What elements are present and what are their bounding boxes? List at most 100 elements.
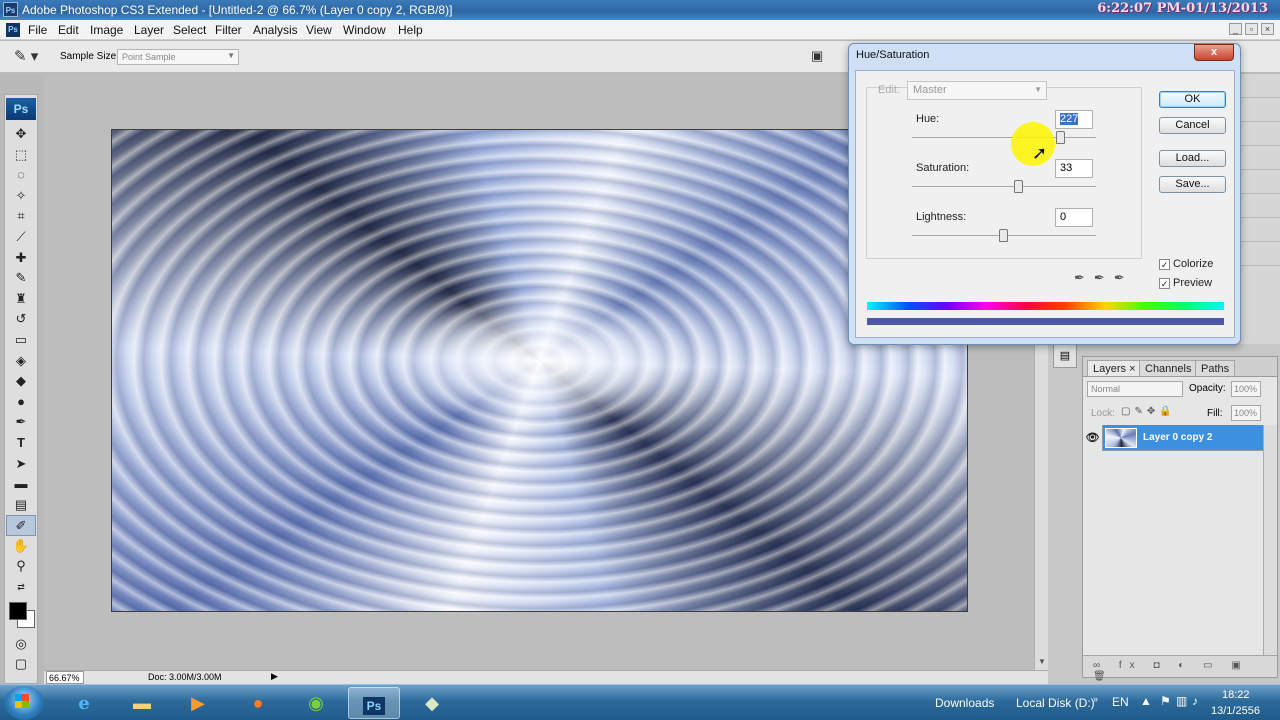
language-indicator[interactable]: EN <box>1112 695 1129 709</box>
menu-filter[interactable]: Filter <box>215 23 242 37</box>
hue-field[interactable]: 227 <box>1055 110 1093 129</box>
status-menu-arrow-icon[interactable]: ▶ <box>271 671 278 682</box>
minimize-icon[interactable]: _ <box>1229 23 1242 35</box>
eyedropper-icon[interactable]: ✒ <box>1074 270 1094 285</box>
menu-help[interactable]: Help <box>398 23 423 37</box>
saturation-slider-thumb[interactable] <box>1013 180 1023 193</box>
type-icon[interactable]: T <box>6 433 36 454</box>
eyedropper-plus-icon[interactable]: ✒ <box>1094 270 1114 285</box>
paint-bucket-icon[interactable]: ◈ <box>6 351 36 372</box>
canvas-image[interactable] <box>111 129 968 612</box>
marquee-icon[interactable]: ⬚ <box>6 145 36 166</box>
saturation-field[interactable]: 33 <box>1055 159 1093 178</box>
clone-stamp-icon[interactable]: ♜ <box>6 289 36 310</box>
foreground-color-swatch[interactable] <box>9 601 27 620</box>
lock-options-icons[interactable]: ▢✎✥🔒 <box>1121 406 1176 417</box>
network-icon[interactable]: ▥ <box>1176 694 1187 708</box>
taskbar-clock-date[interactable]: 13/1/2556 <box>1211 705 1260 717</box>
photoshop-logo[interactable]: Ps <box>6 98 36 120</box>
colorize-checkbox[interactable]: ✓ Colorize <box>1159 258 1213 270</box>
dialog-close-button[interactable]: x <box>1194 44 1234 61</box>
history-brush-icon[interactable]: ↺ <box>6 309 36 330</box>
tab-paths[interactable]: Paths <box>1195 360 1236 376</box>
save-button[interactable]: Save... <box>1159 176 1226 193</box>
zoom-field[interactable]: 66.67% <box>46 671 84 684</box>
menu-file[interactable]: File <box>28 23 47 37</box>
hue-slider-thumb[interactable] <box>1056 131 1066 144</box>
healing-brush-icon[interactable]: ✚ <box>6 248 36 269</box>
lightness-slider-thumb[interactable] <box>999 229 1008 242</box>
quick-mask-icon[interactable]: ◎ <box>6 634 36 655</box>
brush-icon[interactable]: ✎ <box>6 268 36 289</box>
show-hidden-icons-icon[interactable]: ▲ <box>1140 694 1152 708</box>
document-icon[interactable]: Ps <box>6 23 20 37</box>
blend-mode-select[interactable]: Normal <box>1087 381 1183 397</box>
rectangle-icon[interactable]: ▬ <box>6 474 36 495</box>
game-icon[interactable]: ◆ <box>406 687 458 719</box>
eye-icon[interactable]: 👁 <box>1083 425 1103 451</box>
colorize-check-icon[interactable]: ✓ <box>1159 259 1170 270</box>
layers-scrollbar[interactable] <box>1263 425 1277 655</box>
swap-colors-icon[interactable]: ⇄ <box>6 577 36 598</box>
blur-icon[interactable]: ◆ <box>6 371 36 392</box>
volume-icon[interactable]: ♪ <box>1192 694 1198 708</box>
lightness-field[interactable]: 0 <box>1055 208 1093 227</box>
lasso-icon[interactable]: ◌ <box>6 165 36 186</box>
preview-checkbox[interactable]: ✓ Preview <box>1159 277 1212 289</box>
panel-dock-icon[interactable]: ▤ <box>1053 344 1077 368</box>
restore-icon[interactable]: ▫ <box>1245 23 1258 35</box>
action-center-icon[interactable]: ⚑ <box>1160 694 1171 708</box>
toolbar-chevron-icon[interactable]: » <box>1093 694 1098 704</box>
zoom-icon[interactable]: ⚲ <box>6 556 36 577</box>
menu-analysis[interactable]: Analysis <box>253 23 298 37</box>
eraser-icon[interactable]: ▭ <box>6 330 36 351</box>
close-icon[interactable]: × <box>1261 23 1274 35</box>
move-icon[interactable]: ✥ <box>6 124 36 145</box>
bridge-icon[interactable]: ▣ <box>811 48 833 66</box>
chrome-icon[interactable]: ◉ <box>290 687 342 719</box>
hand-icon[interactable]: ✋ <box>6 536 36 557</box>
tab-layers[interactable]: Layers × <box>1087 360 1142 376</box>
fill-field[interactable]: 100% <box>1231 405 1261 421</box>
photoshop-icon[interactable]: Ps <box>348 687 400 719</box>
menu-select[interactable]: Select <box>173 23 206 37</box>
saturation-slider-track[interactable] <box>912 186 1096 187</box>
scroll-down-icon[interactable]: ▼ <box>1038 657 1046 666</box>
taskbar-clock-time[interactable]: 18:22 <box>1222 689 1250 701</box>
tab-channels[interactable]: Channels <box>1139 360 1198 376</box>
sample-size-select[interactable]: Point Sample ▼ <box>117 49 239 65</box>
file-explorer-icon[interactable]: ▬ <box>116 687 168 719</box>
preview-check-icon[interactable]: ✓ <box>1159 278 1170 289</box>
local-disk-toolbar[interactable]: Local Disk (D:) <box>1016 696 1095 710</box>
menu-layer[interactable]: Layer <box>134 23 164 37</box>
photoshop-app-icon[interactable]: Ps <box>3 2 18 17</box>
menu-edit[interactable]: Edit <box>58 23 79 37</box>
magic-wand-icon[interactable]: ✧ <box>6 186 36 207</box>
cancel-button[interactable]: Cancel <box>1159 117 1226 134</box>
eyedropper-preset-icon[interactable]: ✎ ▾ <box>14 47 46 67</box>
crop-icon[interactable]: ⌗ <box>6 206 36 227</box>
load-button[interactable]: Load... <box>1159 150 1226 167</box>
menu-window[interactable]: Window <box>343 23 386 37</box>
eyedropper-minus-icon[interactable]: ✒ <box>1114 270 1134 285</box>
internet-explorer-icon[interactable]: e <box>58 687 110 719</box>
layers-footer-icons[interactable]: ∞ fx ◘ ◐ ▭ ▣ 🗑 <box>1083 655 1277 682</box>
notes-icon[interactable]: ▤ <box>6 495 36 516</box>
media-player-icon[interactable]: ▶ <box>172 687 224 719</box>
dodge-icon[interactable]: ● <box>6 392 36 413</box>
menu-view[interactable]: View <box>306 23 332 37</box>
ok-button[interactable]: OK <box>1159 91 1226 108</box>
opacity-field[interactable]: 100% <box>1231 381 1261 397</box>
menu-image[interactable]: Image <box>90 23 123 37</box>
path-selection-icon[interactable]: ➤ <box>6 454 36 475</box>
edit-select[interactable]: Master ▼ <box>907 81 1047 100</box>
downloads-toolbar[interactable]: Downloads <box>935 696 994 710</box>
menu-bar: Ps File Edit Image Layer Select Filter A… <box>0 20 1280 40</box>
screen-mode-icon[interactable]: ▢ <box>6 654 36 675</box>
pen-icon[interactable]: ✒ <box>6 412 36 433</box>
slice-icon[interactable]: ⟋ <box>6 227 36 248</box>
hue-slider-track[interactable] <box>912 137 1096 138</box>
layer-row[interactable]: 👁 Layer 0 copy 2 <box>1083 425 1263 451</box>
firefox-icon[interactable]: ● <box>232 687 284 719</box>
eyedropper-icon[interactable]: ✐ <box>6 515 36 536</box>
